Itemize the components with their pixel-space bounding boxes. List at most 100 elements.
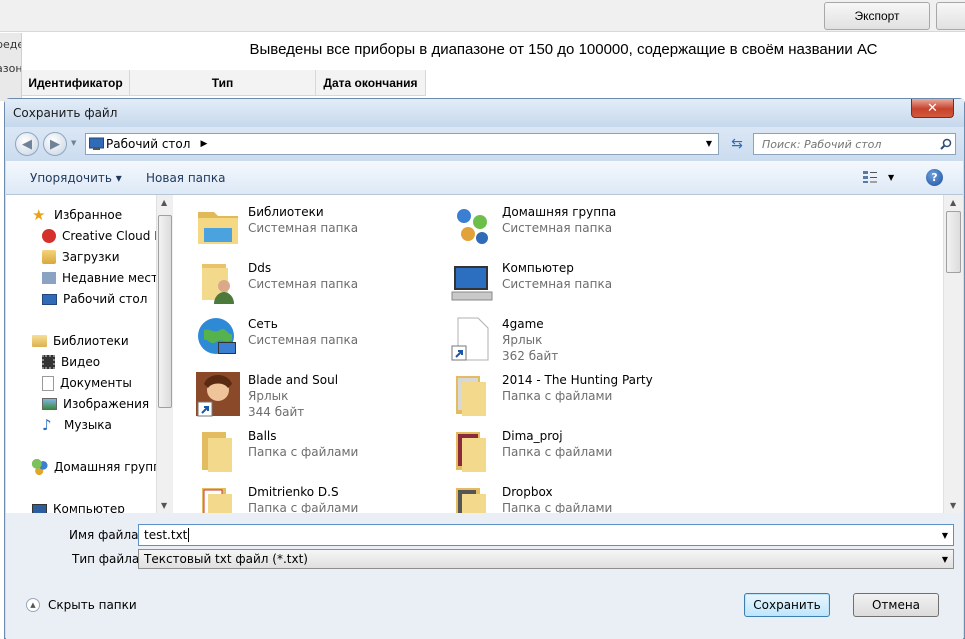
file-item[interactable]: Dmitrienko D.S Папка с файлами xyxy=(174,479,424,513)
scroll-up-icon[interactable]: ▲ xyxy=(161,198,167,207)
hide-folders-label: Скрыть папки xyxy=(48,598,137,612)
user-folder-icon xyxy=(202,264,234,304)
recent-pages-icon[interactable]: ▼ xyxy=(71,139,76,147)
hide-folders-button[interactable]: ▲ Скрыть папки xyxy=(26,598,137,612)
file-item[interactable]: Dima_proj Папка с файлами xyxy=(428,423,678,477)
nav-documents[interactable]: Документы xyxy=(42,373,132,393)
nav-favorites[interactable]: ★ Избранное xyxy=(32,205,122,225)
column-header[interactable]: Идентификатор xyxy=(22,70,130,96)
file-item[interactable]: 2014 - The Hunting Party Папка с файлами xyxy=(428,367,678,421)
save-button[interactable]: Сохранить xyxy=(744,593,830,617)
refresh-button[interactable]: ⇆ xyxy=(725,133,749,155)
dialog-titlebar[interactable]: Сохранить файл ✕ xyxy=(5,99,964,127)
documents-icon xyxy=(42,375,54,391)
new-folder-button[interactable]: Новая папка xyxy=(146,171,225,185)
star-icon: ★ xyxy=(32,206,46,224)
dialog-body: ★ Избранное Creative Cloud Fi Загрузки Н… xyxy=(6,195,963,513)
shortcut-icon xyxy=(451,317,489,361)
music-icon: ♪ xyxy=(42,416,52,434)
file-type: Системная папка xyxy=(502,221,613,235)
forward-button[interactable]: ▶ xyxy=(43,132,67,156)
app-extra-button[interactable] xyxy=(936,2,965,30)
search-box[interactable] xyxy=(753,133,956,155)
scroll-up-icon[interactable]: ▲ xyxy=(950,198,956,207)
app-left-panel: реде азон xyxy=(0,33,22,101)
nav-computer[interactable]: Компьютер xyxy=(32,499,125,513)
file-item[interactable]: Dropbox Папка с файлами xyxy=(428,479,678,513)
address-bar[interactable]: Рабочий стол ▶ ▼ xyxy=(85,133,719,155)
creative-cloud-icon xyxy=(42,229,56,243)
filetype-label: Тип файла: xyxy=(72,552,144,566)
file-item[interactable]: 4game Ярлык 362 байт xyxy=(428,311,678,365)
nav-scrollbar[interactable]: ▲ ▼ xyxy=(156,195,173,513)
nav-label: Изображения xyxy=(63,397,150,411)
nav-libraries[interactable]: Библиотеки xyxy=(32,331,129,351)
file-type: Папка с файлами xyxy=(502,389,613,403)
nav-label: Библиотеки xyxy=(53,334,129,348)
organize-button[interactable]: Упорядочить ▾ xyxy=(30,171,122,185)
file-name: Компьютер xyxy=(502,261,574,275)
folder-icon xyxy=(202,488,232,513)
nav-label: Creative Cloud Fi xyxy=(62,229,156,243)
filetype-dropdown-icon[interactable]: ▼ xyxy=(942,555,948,564)
file-name: Dropbox xyxy=(502,485,553,499)
address-dropdown-icon[interactable]: ▼ xyxy=(706,139,712,148)
file-item[interactable]: Сеть Системная папка xyxy=(174,311,424,365)
filetype-select[interactable]: Текстовый txt файл (*.txt) ▼ xyxy=(138,549,954,569)
nav-label: Домашняя группа xyxy=(54,460,156,474)
filename-field[interactable]: test.txt ▼ xyxy=(138,524,954,546)
nav-label: Загрузки xyxy=(62,250,120,264)
file-item[interactable]: Dds Системная папка xyxy=(174,255,424,309)
nav-label: Компьютер xyxy=(53,502,125,513)
scroll-down-icon[interactable]: ▼ xyxy=(950,501,956,510)
cancel-button[interactable]: Отмена xyxy=(853,593,939,617)
nav-music[interactable]: ♪ Музыка xyxy=(42,415,112,435)
breadcrumb-arrow-icon[interactable]: ▶ xyxy=(200,139,207,149)
file-type: Системная папка xyxy=(502,277,613,291)
file-item[interactable]: Компьютер Системная папка xyxy=(428,255,678,309)
file-list-scrollbar[interactable]: ▲ ▼ xyxy=(943,195,963,513)
nav-recent-places[interactable]: Недавние места xyxy=(42,268,156,288)
file-item[interactable]: Balls Папка с файлами xyxy=(174,423,424,477)
file-name: Библиотеки xyxy=(248,205,324,219)
close-button[interactable]: ✕ xyxy=(911,99,954,118)
search-input[interactable] xyxy=(762,137,940,151)
folder-icon xyxy=(456,488,486,513)
results-caption: Выведены все приборы в диапазоне от 150 … xyxy=(249,41,878,58)
file-item[interactable]: Домашняя группа Системная папка xyxy=(428,199,678,253)
forward-arrow-icon: ▶ xyxy=(50,136,60,152)
nav-video[interactable]: Видео xyxy=(42,352,100,372)
computer-icon xyxy=(451,266,493,301)
file-name: Blade and Soul xyxy=(248,373,339,387)
file-name: Dima_proj xyxy=(502,429,563,443)
navigation-bar: ◀ ▶ ▼ Рабочий стол ▶ ▼ ⇆ xyxy=(5,127,964,161)
dialog-toolbar: Упорядочить ▾ Новая папка ▼ ? xyxy=(6,161,963,195)
back-arrow-icon: ◀ xyxy=(22,136,32,152)
view-options-button[interactable]: ▼ xyxy=(862,170,894,184)
nav-downloads[interactable]: Загрузки xyxy=(42,247,120,267)
nav-label: Музыка xyxy=(64,418,112,432)
nav-desktop[interactable]: Рабочий стол xyxy=(42,289,147,309)
dialog-title: Сохранить файл xyxy=(13,106,118,120)
file-item[interactable]: Библиотеки Системная папка xyxy=(174,199,424,253)
network-icon xyxy=(198,318,236,354)
dialog-footer: Имя файла: test.txt ▼ Тип файла: Текстов… xyxy=(6,513,963,639)
file-size: 362 байт xyxy=(502,349,559,363)
app-toolbar: Экспорт xyxy=(0,0,965,32)
file-item[interactable]: Blade and Soul Ярлык 344 байт xyxy=(174,367,424,421)
filename-dropdown-icon[interactable]: ▼ xyxy=(942,531,948,540)
nav-scroll-thumb[interactable] xyxy=(158,215,172,408)
filetype-value: Текстовый txt файл (*.txt) xyxy=(144,552,308,566)
address-text: Рабочий стол xyxy=(106,137,191,151)
nav-creative-cloud[interactable]: Creative Cloud Fi xyxy=(42,226,156,246)
help-button[interactable]: ? xyxy=(926,169,943,186)
back-button[interactable]: ◀ xyxy=(15,132,39,156)
file-list-scroll-thumb[interactable] xyxy=(946,211,961,273)
column-header[interactable]: Тип xyxy=(130,70,316,96)
nav-homegroup[interactable]: Домашняя группа xyxy=(32,457,156,477)
export-button[interactable]: Экспорт xyxy=(824,2,930,30)
scroll-down-icon[interactable]: ▼ xyxy=(161,501,167,510)
nav-images[interactable]: Изображения xyxy=(42,394,149,414)
libraries-icon xyxy=(198,212,238,244)
column-header[interactable]: Дата окончания xyxy=(316,70,426,96)
